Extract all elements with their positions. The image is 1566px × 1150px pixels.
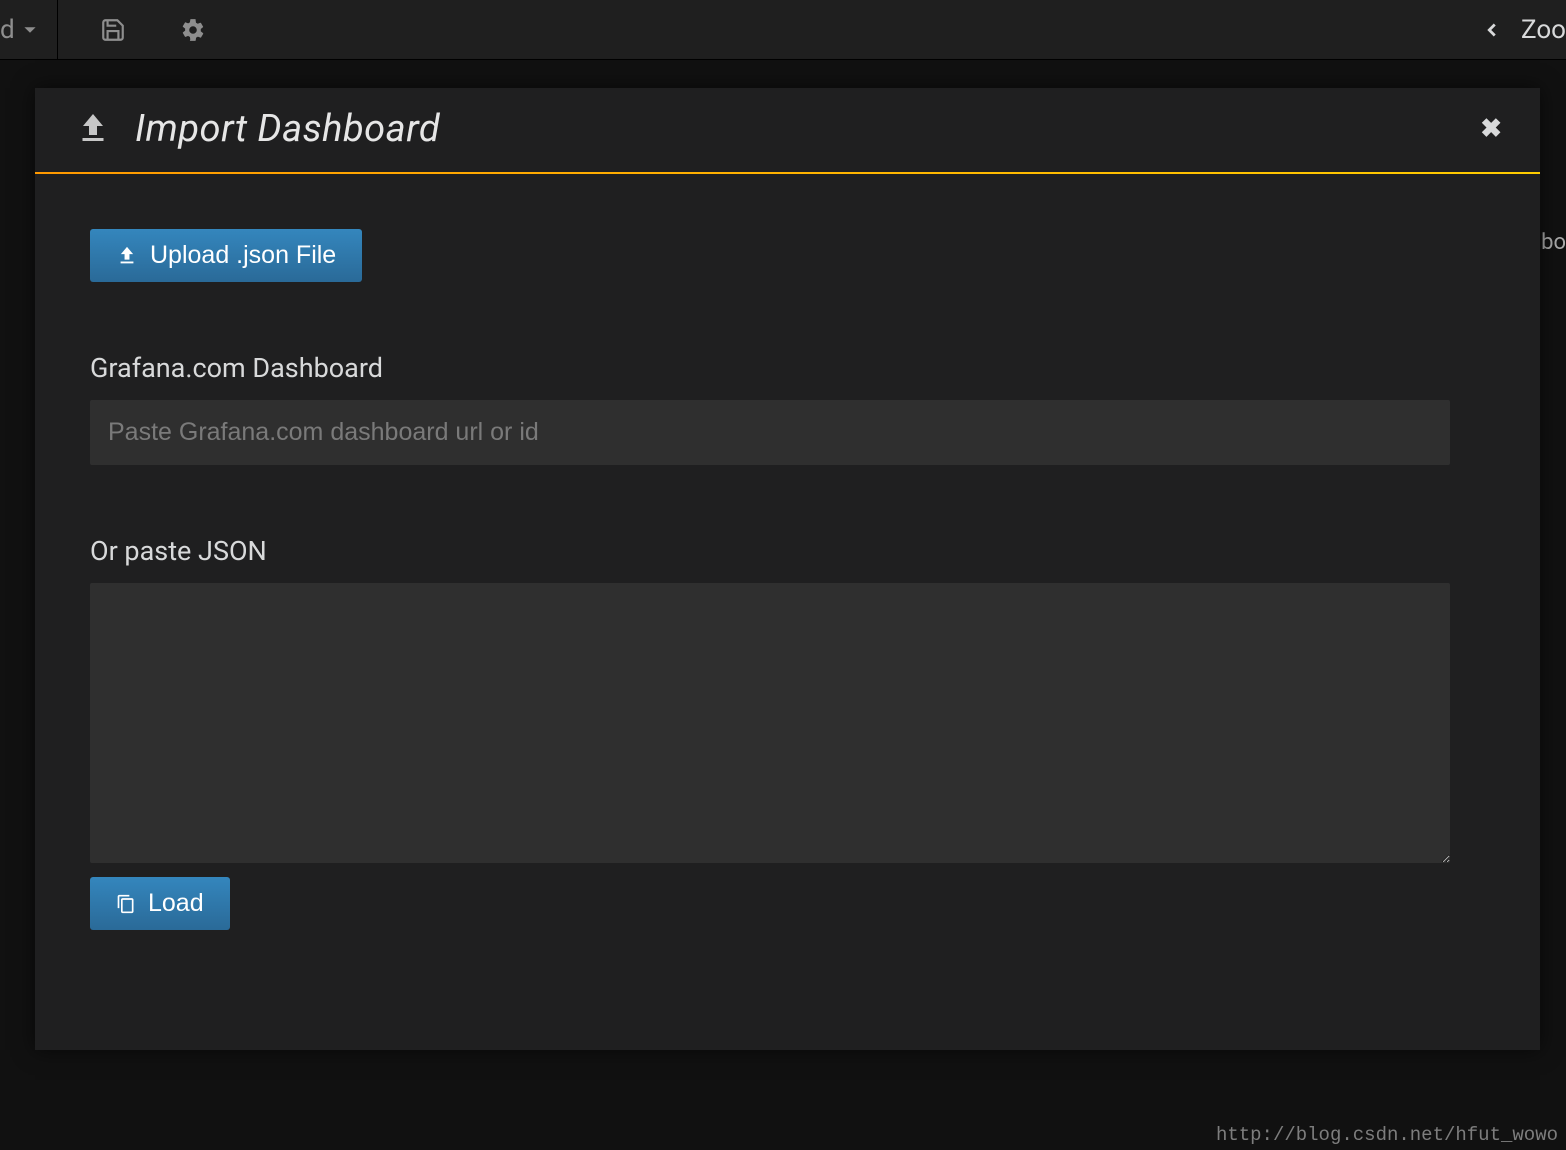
gear-icon	[180, 17, 206, 43]
save-icon	[100, 17, 126, 43]
upload-json-button-label: Upload .json File	[150, 241, 336, 270]
modal-body: Upload .json File Grafana.com Dashboard …	[35, 174, 1540, 1050]
paste-json-section: Or paste JSON Load	[90, 535, 1485, 930]
json-textarea[interactable]	[90, 583, 1450, 863]
paste-json-label: Or paste JSON	[90, 535, 1485, 567]
paste-icon	[116, 893, 136, 915]
upload-section: Upload .json File	[90, 229, 1485, 282]
grafana-url-label: Grafana.com Dashboard	[90, 352, 1485, 384]
settings-button[interactable]	[168, 0, 218, 60]
close-button[interactable]: ✖	[1472, 106, 1510, 152]
save-button[interactable]	[88, 0, 138, 60]
top-toolbar: d Zoo	[0, 0, 1566, 60]
dashboard-name-fragment: d	[0, 15, 15, 45]
load-button[interactable]: Load	[90, 877, 230, 930]
upload-file-icon	[116, 245, 138, 267]
load-button-wrapper: Load	[90, 877, 1485, 930]
chevron-left-icon[interactable]	[1481, 19, 1503, 41]
upload-json-button[interactable]: Upload .json File	[90, 229, 362, 282]
toolbar-right-group: Zoo	[1481, 15, 1566, 45]
upload-icon	[75, 111, 111, 147]
caret-down-icon	[23, 23, 37, 37]
load-button-label: Load	[148, 889, 204, 918]
grafana-url-input[interactable]	[90, 400, 1450, 465]
zoom-label-fragment[interactable]: Zoo	[1521, 15, 1566, 45]
watermark-text: http://blog.csdn.net/hfut_wowo	[1216, 1124, 1558, 1146]
toolbar-left-group: d	[0, 0, 218, 60]
modal-title: Import Dashboard	[135, 107, 440, 151]
import-dashboard-modal: Import Dashboard ✖ Upload .json File Gra…	[35, 88, 1540, 1050]
grafana-url-section: Grafana.com Dashboard	[90, 352, 1485, 465]
dashboard-selector[interactable]: d	[0, 0, 58, 60]
modal-header: Import Dashboard ✖	[35, 88, 1540, 174]
close-icon: ✖	[1480, 114, 1502, 144]
